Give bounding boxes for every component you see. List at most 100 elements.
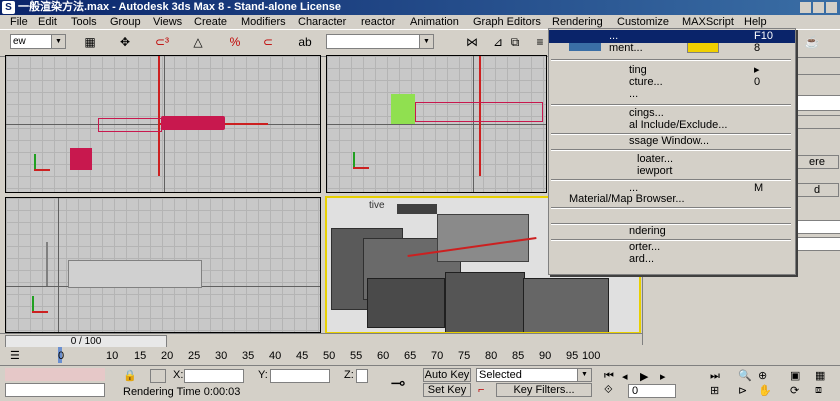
minimize-icon[interactable] [800, 2, 811, 13]
field-of-view-icon[interactable]: ⊳ [738, 384, 752, 397]
object-name-field[interactable] [795, 95, 840, 111]
time-slider-bar[interactable]: 0 / 100 [0, 333, 642, 348]
y-coord-field[interactable] [270, 369, 330, 383]
menu-item-rendering[interactable]: ndering [549, 225, 795, 238]
time-configuration-icon[interactable]: ⊞ [710, 384, 724, 397]
arc-rotate-icon[interactable]: ⟳ [790, 384, 804, 397]
tick-label: 75 [458, 350, 471, 362]
grid-axis [58, 198, 59, 332]
go-to-end-icon[interactable]: ⏭ [710, 370, 724, 382]
viewport-front[interactable] [326, 55, 547, 193]
z-coord-field[interactable] [356, 369, 368, 383]
close-icon[interactable] [826, 2, 837, 13]
menu-maxscript[interactable]: MAXScript [682, 15, 734, 29]
auto-key-button[interactable]: Auto Key [423, 368, 471, 382]
tick-label: 0 [58, 350, 65, 362]
panel-field[interactable] [795, 237, 840, 251]
maxscript-input-field[interactable] [5, 383, 105, 397]
menu-item-wizard[interactable]: ard... [549, 253, 795, 266]
panel-button-d[interactable]: d [795, 183, 839, 197]
current-frame-field[interactable]: 0 [628, 384, 676, 398]
menu-views[interactable]: Views [153, 15, 182, 29]
zoom-icon[interactable]: 🔍 [738, 369, 752, 382]
menu-reactor[interactable]: reactor [361, 15, 395, 29]
menu-graph-editors[interactable]: Graph Editors [473, 15, 541, 29]
edit-named-selection-icon[interactable]: ab [295, 33, 315, 51]
menu-customize[interactable]: Customize [617, 15, 669, 29]
menu-help[interactable]: Help [744, 15, 767, 29]
menu-item-label: iewport [637, 165, 673, 177]
menu-item-environment[interactable]: ment... 8 [549, 42, 795, 55]
panel-tab-modify-icon[interactable] [795, 57, 840, 75]
key-selection-dropdown[interactable]: Selected ▼ [476, 368, 592, 382]
scene-object [367, 278, 445, 328]
menu-item-include-exclude[interactable]: al Include/Exclude... [549, 119, 795, 132]
menu-group[interactable]: Group [110, 15, 141, 29]
curve-editor-icon[interactable]: ≡ [530, 33, 550, 51]
selection-filter-dropdown[interactable]: ew ▼ [10, 34, 66, 49]
zoom-extents-all-icon[interactable]: ▦ [815, 369, 829, 382]
world-axis-z [353, 152, 355, 168]
menu-tools[interactable]: Tools [71, 15, 97, 29]
key-tangent-icon[interactable]: ⌐ [478, 384, 492, 396]
menu-edit[interactable]: Edit [38, 15, 57, 29]
menu-bar: File Edit Tools Group Views Create Modif… [0, 15, 840, 29]
quick-render-icon[interactable]: ☕ [802, 33, 822, 51]
app-icon[interactable]: S [2, 1, 15, 14]
menu-create[interactable]: Create [194, 15, 227, 29]
track-bar[interactable]: ☰ 0 10 15 20 25 30 35 40 45 50 55 60 65 … [0, 347, 642, 365]
tick-label: 70 [431, 350, 444, 362]
key-mode-icon[interactable]: ⊸ [378, 372, 418, 394]
next-frame-icon[interactable]: ▸ [660, 370, 674, 383]
tick-label: 10 [106, 350, 119, 362]
title-bar: S 一般渲染方法.max - Autodesk 3ds Max 8 - Stan… [0, 0, 840, 15]
snap-3d-icon[interactable]: ⊂³ [152, 33, 172, 51]
zoom-extents-icon[interactable]: ▣ [790, 369, 804, 382]
menu-file[interactable]: File [10, 15, 28, 29]
absolute-mode-icon[interactable] [150, 369, 166, 383]
go-to-start-icon[interactable]: ⏮ [604, 370, 618, 382]
maximize-icon[interactable] [813, 2, 824, 13]
named-selection-set-dropdown[interactable]: ▼ [326, 34, 434, 49]
menu-modifiers[interactable]: Modifiers [241, 15, 286, 29]
zoom-all-icon[interactable]: ⊕ [758, 369, 772, 382]
mirror-icon[interactable]: ⋈ [462, 33, 482, 51]
rendering-time-text: Rendering Time 0:00:03 [123, 386, 241, 398]
menu-item-ellipsis[interactable]: ... [549, 88, 795, 101]
select-by-name-icon[interactable]: ▦ [80, 33, 100, 51]
key-mode-toggle-icon[interactable]: ⟐ [604, 384, 618, 396]
scene-object [68, 260, 202, 288]
select-manipulate-icon[interactable]: ✥ [115, 33, 135, 51]
pan-icon[interactable]: ✋ [758, 384, 772, 397]
menu-animation[interactable]: Animation [410, 15, 459, 29]
viewport-top[interactable] [5, 55, 321, 193]
layer-manager-icon[interactable]: ⧉ [505, 33, 525, 51]
track-bar-toggle-icon[interactable]: ☰ [10, 349, 36, 362]
maximize-viewport-icon[interactable]: ⧈ [815, 384, 829, 396]
previous-frame-icon[interactable]: ◂ [622, 370, 636, 383]
angle-snap-icon[interactable]: △ [188, 33, 208, 51]
percent-snap-icon[interactable]: % [225, 33, 245, 51]
menu-item-message-window[interactable]: ssage Window... [549, 135, 795, 148]
key-filters-button[interactable]: Key Filters... [496, 383, 592, 397]
menu-item-material-map-browser[interactable]: Material/Map Browser... [549, 193, 795, 206]
maxscript-listener-field[interactable] [5, 368, 105, 381]
tick-label: 40 [269, 350, 282, 362]
tick-label: 100 [582, 350, 601, 362]
scene-object [415, 102, 543, 122]
set-key-button[interactable]: Set Key [423, 383, 471, 397]
lock-selection-icon[interactable]: 🔒 [123, 369, 137, 382]
menu-rendering[interactable]: Rendering [552, 15, 603, 29]
gizmo-y-axis [158, 56, 160, 176]
x-coord-field[interactable] [184, 369, 244, 383]
menu-item-label: al Include/Exclude... [629, 119, 728, 131]
tick-label: 65 [404, 350, 417, 362]
panel-button-sphere[interactable]: ere [795, 155, 839, 169]
play-icon[interactable]: ▶ [640, 370, 654, 383]
spinner-snap-icon[interactable]: ⊂ [258, 33, 278, 51]
menu-item-viewport[interactable]: iewport [549, 165, 795, 178]
panel-field[interactable] [795, 220, 840, 234]
menu-character[interactable]: Character [298, 15, 346, 29]
menu-item-shortcut: 8 [754, 42, 761, 54]
viewport-left[interactable] [5, 197, 321, 333]
